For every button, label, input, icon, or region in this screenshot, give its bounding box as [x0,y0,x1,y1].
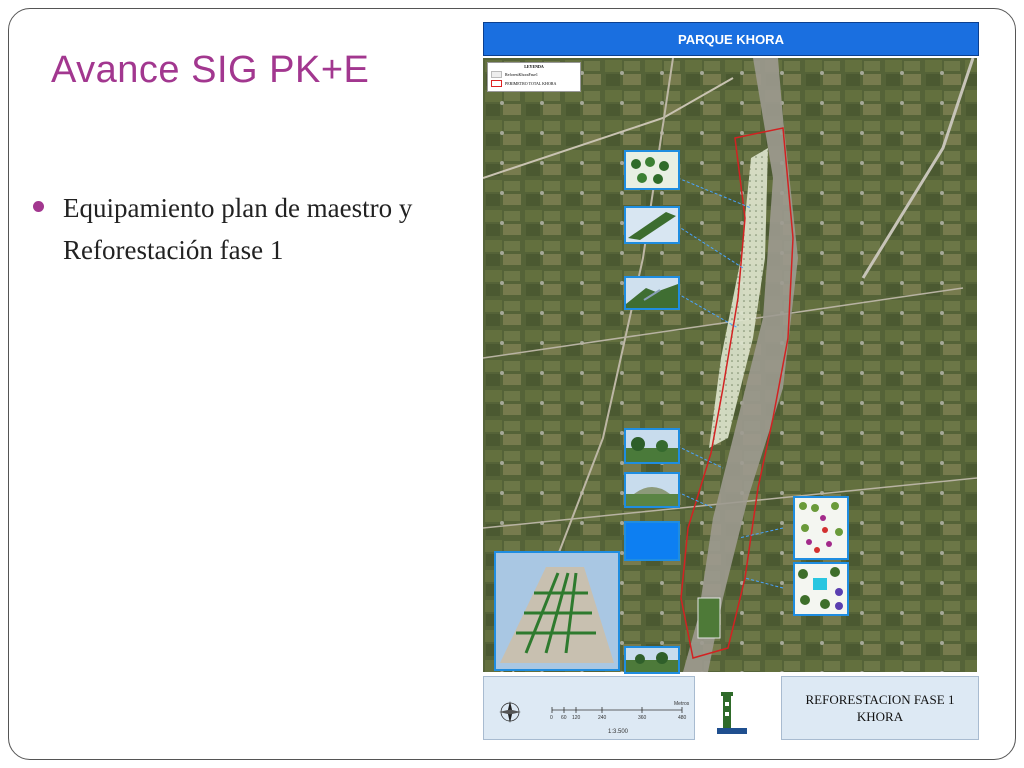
slide-title: Avance SIG PK+E [51,49,370,91]
legend-title: LEYENDA [524,64,544,69]
legend-item-label: PERIMETRO TOTAL KHORA [505,81,557,86]
compass-icon [499,701,521,723]
reforest-swatch-icon [491,71,502,78]
perimeter-swatch-icon [491,80,502,87]
scale-tick: 480 [678,715,687,721]
scale-tick: 120 [572,715,581,721]
thumbnail-terrain[interactable] [624,206,680,244]
landscape-icon [626,437,678,462]
thumbnail-plan-1[interactable] [793,496,849,560]
map-caption: REFORESTACION FASE 1 KHORA [781,676,979,740]
scale-tick: 240 [598,715,607,721]
thumbnail-landscape-2[interactable] [624,472,680,508]
scale-panel: 0 60 120 240 360 480 Metros 1:3.500 [483,676,695,740]
legend-item: PERIMETRO TOTAL KHORA [491,80,580,87]
thumbnail-plan-2[interactable] [793,562,849,616]
map-title: PARQUE KHORA [678,31,784,47]
thumbnail-trees[interactable] [624,150,680,190]
thumbnail-valley[interactable] [624,276,680,310]
thumbnail-3d-plan[interactable] [494,551,620,671]
thumbnail-landscape-3[interactable] [624,646,680,674]
municipality-logo [703,688,753,738]
scale-tick: 60 [561,715,567,721]
caption-line-1: REFORESTACION FASE 1 [805,692,955,707]
landscape-icon [626,652,678,672]
tower-logo-icon [717,692,747,734]
bullet-item: Equipamiento plan de maestro y Reforesta… [33,187,483,271]
map-legend: LEYENDA ReforestKhoraFase1 PERIMETRO TOT… [487,62,581,92]
scale-tick: 360 [638,715,647,721]
trees-icon [631,157,669,184]
caption-line-2: KHORA [856,709,904,724]
terrain-icon [628,212,676,240]
scale-unit: Metros [674,701,690,707]
valley-icon [626,284,678,308]
bullet-dot-icon [33,201,44,212]
legend-item: ReforestKhoraFase1 [491,71,580,78]
site-plan-icon [798,567,843,610]
thumbnail-blank[interactable] [624,521,680,561]
3d-plan-icon [496,553,618,669]
bullet-text: Equipamiento plan de maestro y Reforesta… [63,193,413,265]
scale-tick: 0 [550,715,553,721]
map-header: PARQUE KHORA [483,22,979,56]
thumbnail-landscape-1[interactable] [624,428,680,464]
site-plan-icon [799,502,843,553]
scale-graphic [499,701,683,723]
landscape-icon [626,487,678,506]
scale-ratio: 1:3.500 [608,729,629,735]
legend-item-label: ReforestKhoraFase1 [505,72,538,77]
